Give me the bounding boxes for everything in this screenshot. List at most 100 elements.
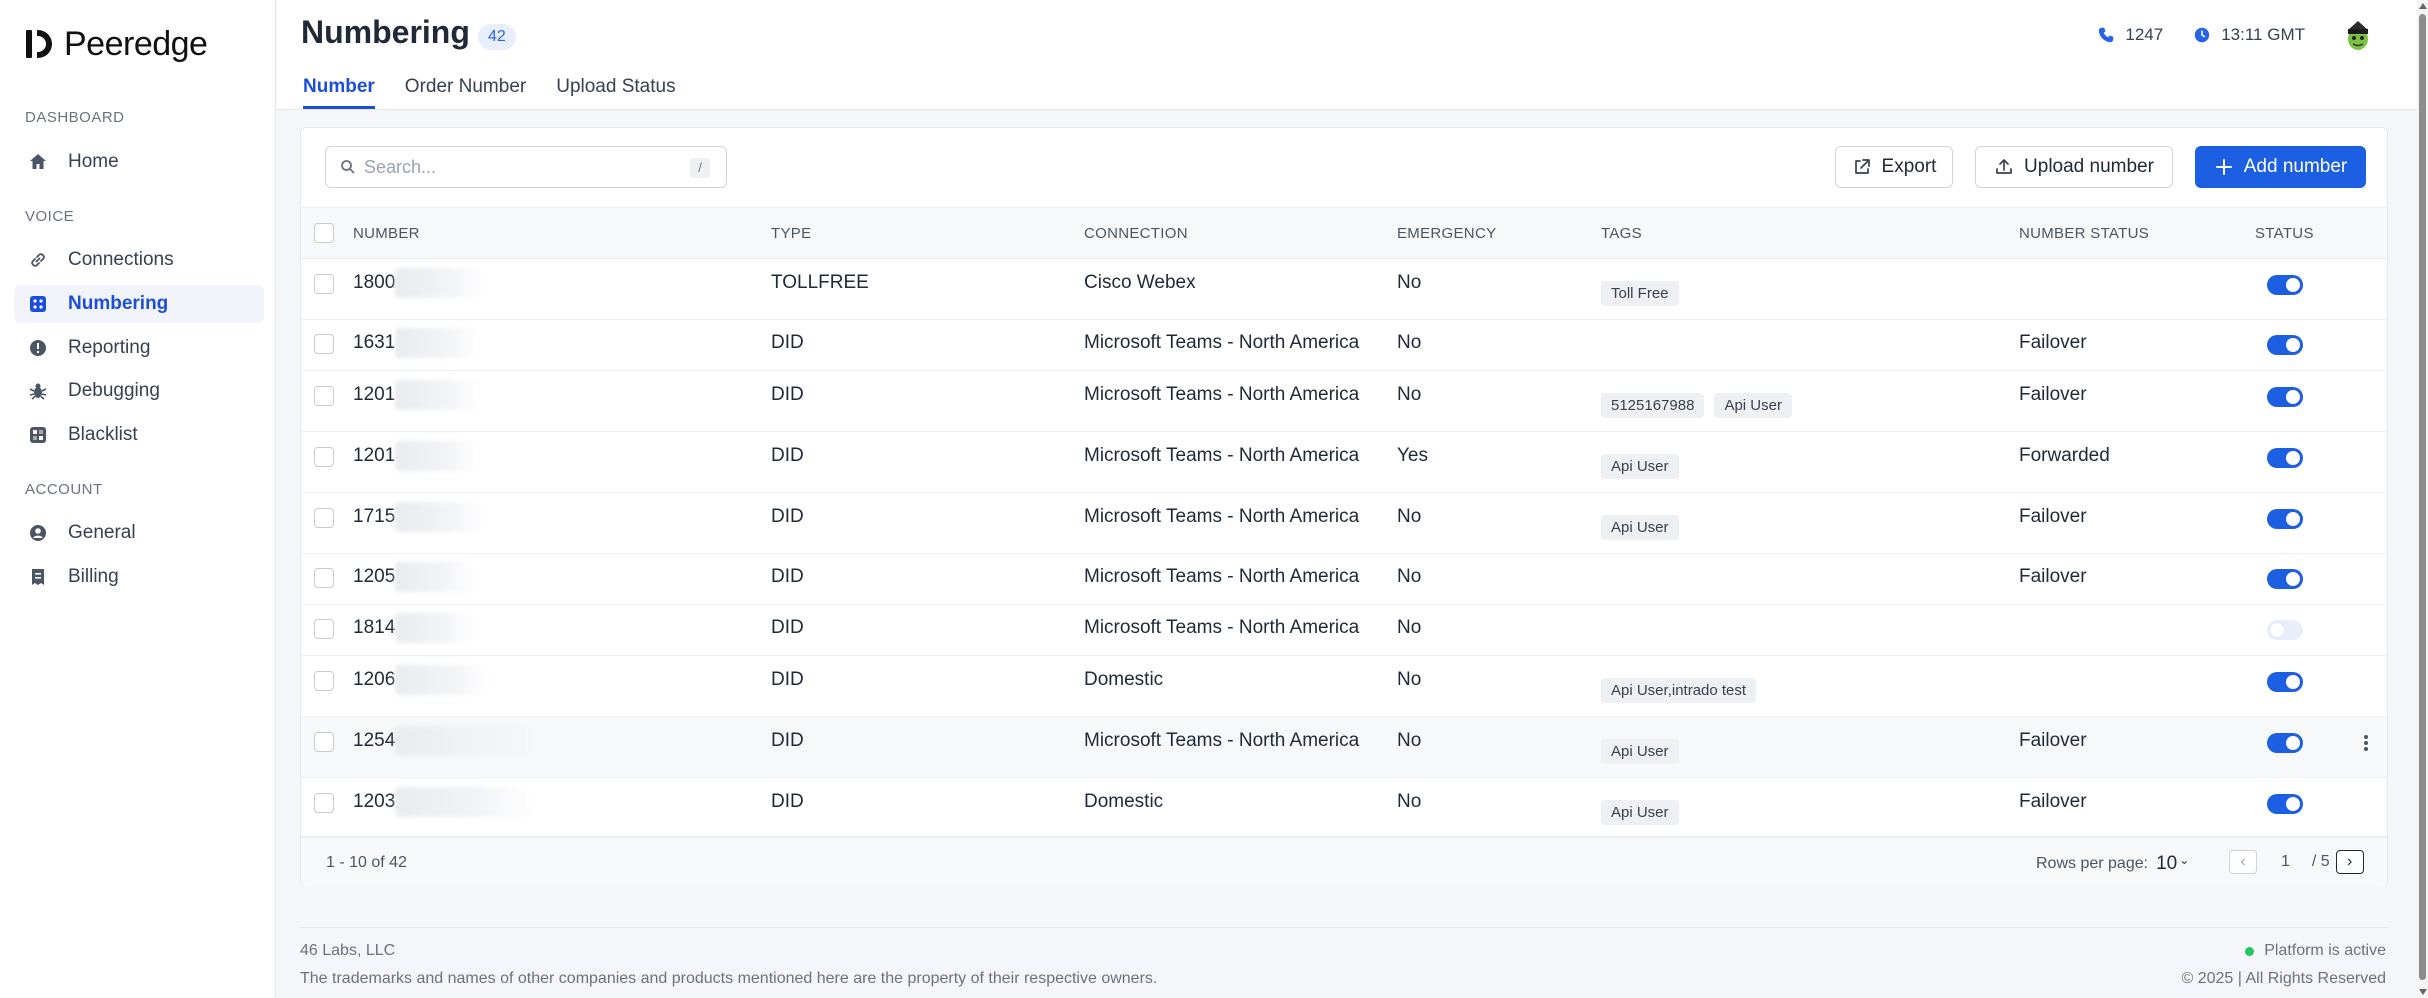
sidebar-item-reporting[interactable]: Reporting [14, 329, 264, 367]
number-cell[interactable]: 1201 [353, 445, 395, 467]
next-page-button[interactable]: › [2335, 850, 2364, 874]
scroll-thumb[interactable] [2419, 14, 2426, 980]
status-toggle[interactable] [2267, 275, 2303, 295]
table-row[interactable]: 1203 DID Domestic No Api User Failover [301, 778, 2387, 837]
connection-cell: Domestic [1084, 669, 1164, 690]
logo[interactable]: Peeredge [26, 22, 208, 66]
row-checkbox[interactable] [314, 274, 334, 294]
current-page[interactable]: 1 [2281, 853, 2290, 871]
platform-status-text: Platform is active [2264, 942, 2386, 959]
row-checkbox[interactable] [314, 386, 334, 406]
status-toggle[interactable] [2267, 733, 2303, 753]
more-options-icon[interactable] [2364, 733, 2370, 753]
row-checkbox[interactable] [314, 447, 334, 467]
tag-badge: Api User [1714, 393, 1792, 418]
upload-number-button[interactable]: Upload number [1975, 146, 2173, 188]
table-row[interactable]: 1814 DID Microsoft Teams - North America… [301, 605, 2387, 656]
column-status[interactable]: STATUS [2255, 225, 2314, 242]
add-number-button[interactable]: Add number [2195, 146, 2366, 188]
row-checkbox[interactable] [314, 568, 334, 588]
number-cell[interactable]: 1800 [353, 272, 395, 294]
search-box[interactable]: / [325, 146, 727, 188]
redacted-digits [395, 613, 475, 643]
count-badge: 42 [478, 24, 516, 50]
tab-number[interactable]: Number [303, 76, 375, 109]
status-toggle[interactable] [2267, 387, 2303, 407]
sidebar-item-home[interactable]: Home [14, 143, 264, 181]
grid-icon [28, 294, 48, 314]
status-toggle[interactable] [2267, 569, 2303, 589]
number-cell[interactable]: 1631 [353, 332, 395, 354]
tab-bar: Number Order Number Upload Status [303, 76, 676, 109]
row-checkbox[interactable] [314, 732, 334, 752]
phone-status[interactable]: 1247 [2097, 25, 2163, 45]
sidebar-item-general[interactable]: General [14, 514, 264, 552]
row-checkbox[interactable] [314, 334, 334, 354]
scroll-up-icon[interactable] [2419, 3, 2427, 9]
column-number-status[interactable]: NUMBER STATUS [2019, 225, 2149, 242]
row-checkbox[interactable] [314, 793, 334, 813]
rows-per-page-select[interactable]: 10 ⌄ [2156, 853, 2189, 875]
number-cell[interactable]: 1201 [353, 384, 395, 406]
emergency-cell: No [1397, 791, 1422, 812]
page-scrollbar[interactable] [2417, 0, 2428, 998]
row-checkbox[interactable] [314, 619, 334, 639]
table-row[interactable]: 1715 DID Microsoft Teams - North America… [301, 493, 2387, 554]
column-connection[interactable]: CONNECTION [1084, 225, 1188, 242]
sidebar-item-debugging[interactable]: Debugging [14, 372, 264, 410]
table-row[interactable]: 1631 DID Microsoft Teams - North America… [301, 320, 2387, 371]
sidebar-item-numbering[interactable]: Numbering [14, 285, 264, 323]
type-cell: DID [771, 617, 804, 638]
number-cell[interactable]: 1715 [353, 506, 395, 528]
table-row[interactable]: 1800 TOLLFREE Cisco Webex No Toll Free [301, 259, 2387, 320]
status-toggle[interactable] [2267, 620, 2303, 640]
table-row[interactable]: 1201 DID Microsoft Teams - North America… [301, 371, 2387, 432]
sidebar-item-blacklist[interactable]: Blacklist [14, 416, 264, 454]
export-button[interactable]: Export [1835, 146, 1953, 188]
number-status-cell: Failover [2019, 566, 2087, 587]
scroll-down-icon[interactable] [2419, 989, 2427, 995]
chevron-down-icon: ⌄ [2179, 853, 2190, 867]
table-row[interactable]: 1206 DID Domestic No Api User,intrado te… [301, 656, 2387, 717]
number-cell[interactable]: 1254 [353, 730, 395, 752]
number-cell[interactable]: 1206 [353, 669, 395, 691]
column-number[interactable]: NUMBER [353, 225, 420, 242]
column-type[interactable]: TYPE [771, 225, 811, 242]
status-toggle[interactable] [2267, 335, 2303, 355]
table-row[interactable]: 1201 DID Microsoft Teams - North America… [301, 432, 2387, 493]
status-toggle[interactable] [2267, 672, 2303, 692]
emergency-cell: No [1397, 272, 1422, 293]
status-toggle[interactable] [2267, 794, 2303, 814]
column-tags[interactable]: TAGS [1601, 225, 1642, 242]
tags-cell: 5125167988 Api User [1601, 393, 1802, 418]
number-cell[interactable]: 1205 [353, 566, 395, 588]
row-checkbox[interactable] [314, 508, 334, 528]
number-cell[interactable]: 1203 [353, 791, 395, 813]
plus-icon [2215, 159, 2232, 175]
phone-count: 1247 [2125, 25, 2164, 44]
redacted-digits [395, 787, 535, 817]
tab-order-number[interactable]: Order Number [405, 76, 526, 109]
peeredge-logo-icon [26, 30, 52, 58]
sidebar-item-label: Home [68, 151, 119, 172]
sidebar-item-billing[interactable]: Billing [14, 558, 264, 596]
number-cell[interactable]: 1814 [353, 617, 395, 639]
status-toggle[interactable] [2267, 448, 2303, 468]
number-status-cell: Failover [2019, 791, 2087, 812]
table-row[interactable]: 1205 DID Microsoft Teams - North America… [301, 554, 2387, 605]
status-toggle[interactable] [2267, 509, 2303, 529]
search-input[interactable] [364, 156, 664, 178]
page-title: Numbering [301, 14, 470, 50]
rows-per-page-value: 10 [2156, 853, 2178, 874]
nav-section-dashboard: DASHBOARD [25, 109, 125, 126]
column-emergency[interactable]: EMERGENCY [1397, 225, 1496, 242]
sidebar-item-connections[interactable]: Connections [14, 241, 264, 279]
tab-upload-status[interactable]: Upload Status [556, 76, 675, 109]
prev-page-button[interactable]: ‹ [2229, 850, 2257, 874]
select-all-checkbox[interactable] [314, 223, 334, 243]
emergency-cell: No [1397, 332, 1422, 353]
type-cell: TOLLFREE [771, 272, 869, 293]
row-checkbox[interactable] [314, 671, 334, 691]
avatar[interactable] [2339, 16, 2377, 54]
table-row[interactable]: 1254 DID Microsoft Teams - North America… [301, 717, 2387, 778]
